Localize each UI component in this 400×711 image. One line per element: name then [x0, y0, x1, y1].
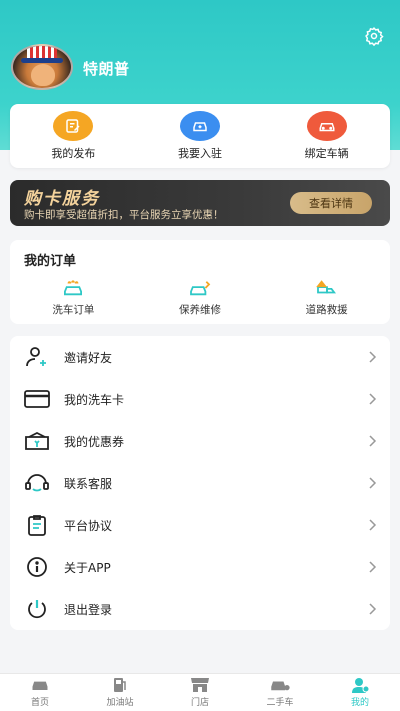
order-car-wash[interactable]: 洗车订单 — [18, 278, 128, 317]
settings-button[interactable] — [362, 24, 386, 48]
quick-action-join[interactable]: 我要入驻 — [140, 111, 260, 161]
car-wash-icon — [60, 278, 86, 298]
menu-item-customer-service[interactable]: 联系客服 — [10, 462, 390, 504]
edit-document-icon — [53, 111, 94, 141]
chevron-right-icon — [368, 560, 378, 574]
username[interactable]: 特朗普 — [83, 58, 130, 79]
orders-title: 我的订单 — [24, 254, 77, 269]
order-label: 道路救援 — [305, 304, 348, 316]
menu-label: 平台协议 — [64, 518, 113, 533]
headset-icon — [22, 472, 52, 494]
tab-home[interactable]: 首页 — [0, 677, 80, 708]
bottom-tab-bar: 首页 加油站 门店 二手车 我的 — [0, 673, 400, 711]
tab-mine[interactable]: 我的 — [320, 677, 400, 708]
tab-label: 二手车 — [266, 698, 294, 708]
menu-item-coupons[interactable]: 我的优惠券 — [10, 420, 390, 462]
menu-item-wash-card[interactable]: 我的洗车卡 — [10, 378, 390, 420]
chevron-right-icon — [368, 602, 378, 616]
banner-title: 购卡服务 — [24, 189, 100, 209]
chevron-right-icon — [368, 518, 378, 532]
clipboard-icon — [22, 514, 52, 536]
tab-label: 首页 — [30, 698, 49, 708]
menu-label: 联系客服 — [64, 476, 113, 491]
avatar[interactable] — [11, 44, 73, 90]
order-maintenance[interactable]: 保养维修 — [145, 278, 255, 317]
menu-label: 退出登录 — [64, 602, 113, 617]
order-label: 洗车订单 — [52, 304, 95, 316]
chevron-right-icon — [368, 476, 378, 490]
tab-store[interactable]: 门店 — [160, 677, 240, 708]
menu-item-about-app[interactable]: 关于APP — [10, 546, 390, 588]
card-icon — [22, 388, 52, 410]
tab-used-car[interactable]: 二手车 — [240, 677, 320, 708]
order-label: 保养维修 — [178, 304, 221, 316]
menu-item-invite-friends[interactable]: 邀请好友 — [10, 336, 390, 378]
menu-label: 关于APP — [64, 560, 111, 575]
chevron-right-icon — [368, 350, 378, 364]
quick-action-my-posts[interactable]: 我的发布 — [13, 111, 133, 161]
avatar-face — [31, 64, 55, 86]
user-icon — [349, 677, 371, 693]
menu-list: 邀请好友 我的洗车卡 我的优惠券 联系客服 平台协议 关于APP 退出登录 — [10, 336, 390, 630]
menu-label: 我的洗车卡 — [64, 392, 125, 407]
quick-action-label: 我要入驻 — [177, 147, 222, 160]
menu-item-logout[interactable]: 退出登录 — [10, 588, 390, 630]
car-add-icon — [179, 111, 220, 141]
menu-item-platform-agreement[interactable]: 平台协议 — [10, 504, 390, 546]
chevron-right-icon — [368, 434, 378, 448]
chevron-right-icon — [368, 392, 378, 406]
card-service-banner[interactable]: 购卡服务 购卡即享受超值折扣，平台服务立享优惠！ 查看详情 — [10, 180, 390, 226]
coupon-icon — [22, 430, 52, 452]
gas-pump-icon — [109, 677, 131, 693]
orders-card: 我的订单 洗车订单 保养维修 道路救援 — [10, 240, 390, 324]
tow-truck-icon — [314, 278, 340, 298]
avatar-hat-brim — [21, 58, 63, 63]
tab-gas-station[interactable]: 加油站 — [80, 677, 160, 708]
car-icon — [306, 111, 347, 141]
car-repair-icon — [187, 278, 213, 298]
add-user-icon — [22, 346, 52, 368]
quick-action-label: 绑定车辆 — [304, 147, 349, 160]
tab-label: 加油站 — [106, 698, 134, 708]
quick-action-label: 我的发布 — [51, 147, 96, 160]
menu-label: 邀请好友 — [64, 350, 113, 365]
menu-label: 我的优惠券 — [64, 434, 125, 449]
banner-subtitle: 购卡即享受超值折扣，平台服务立享优惠！ — [24, 209, 224, 221]
order-road-rescue[interactable]: 道路救援 — [272, 278, 382, 317]
quick-actions-card: 我的发布 我要入驻 绑定车辆 — [10, 104, 390, 168]
gear-icon — [365, 26, 384, 46]
tab-label: 我的 — [350, 698, 369, 708]
quick-action-bind-car[interactable]: 绑定车辆 — [267, 111, 387, 161]
view-details-button[interactable]: 查看详情 — [290, 192, 372, 214]
used-car-icon — [269, 677, 291, 693]
tab-label: 门店 — [190, 698, 209, 708]
car-home-icon — [29, 677, 51, 693]
info-icon — [22, 556, 52, 578]
power-icon — [22, 598, 52, 620]
store-icon — [189, 677, 211, 693]
